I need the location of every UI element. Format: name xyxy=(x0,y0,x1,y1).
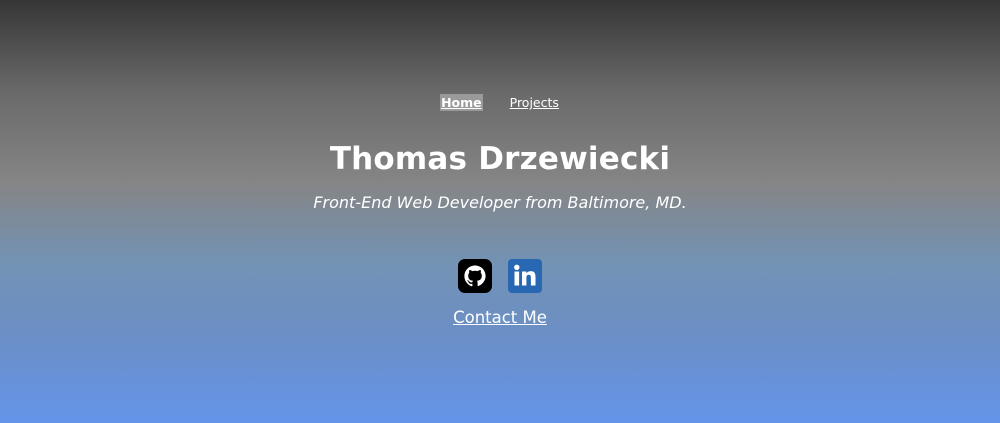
linkedin-icon xyxy=(508,259,542,293)
nav-projects-link[interactable]: Projects xyxy=(509,94,560,111)
contact-section: Contact Me xyxy=(0,307,1000,329)
top-nav: Home Projects xyxy=(0,94,1000,111)
contact-me-link[interactable]: Contact Me xyxy=(453,308,547,327)
nav-home-link[interactable]: Home xyxy=(440,94,483,111)
github-icon xyxy=(458,259,492,293)
social-links xyxy=(0,259,1000,293)
page-title: Thomas Drzewiecki xyxy=(329,141,671,177)
linkedin-link[interactable] xyxy=(508,259,542,293)
tagline: Front-End Web Developer from Baltimore, … xyxy=(313,193,687,212)
github-link[interactable] xyxy=(458,259,492,293)
